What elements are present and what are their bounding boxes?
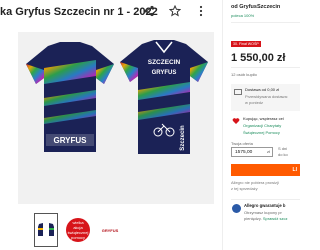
no-commission-text: Allegro nie pobiera prowizji	[231, 180, 279, 185]
jersey-front-brand-text: SZCZECIN	[148, 59, 181, 66]
shipping-box[interactable]: Dostawa od 0,00 zł Przewidywana dostawa:…	[231, 84, 300, 111]
thumbnail-logo-text: GRYFUS	[101, 227, 119, 233]
thumbnail-badge-text: wielka akcja świątecznej pomocy	[67, 220, 89, 240]
protection-text-2: pieniędzy. Sprawdź szcz	[244, 216, 288, 221]
shipping-cost: Dostawa od 0,00 zł	[245, 87, 280, 92]
product-title: ka Gryfus Szczecin nr 1 - 2022	[0, 6, 158, 18]
seller-rating: poleca 100%	[231, 13, 255, 18]
heart-icon	[232, 118, 240, 124]
shipping-eta-value: w poniedz	[245, 100, 264, 105]
thumbnail-jersey[interactable]	[34, 213, 58, 247]
no-commission-text-2: z tej sprzedaży	[231, 186, 258, 191]
protection-text: Otrzymasz kupony pr	[244, 210, 282, 215]
jersey-front-team-text: GRYFUS	[152, 70, 177, 76]
product-gallery: ka Gryfus Szczecin nr 1 - 2022 GRYFUS SZ…	[0, 0, 222, 250]
shipping-eta-label: Przewidywana dostawa:	[245, 94, 288, 99]
protection-title: Allegro gwarantuje b	[244, 203, 286, 208]
seller-name[interactable]: od GryfusSzczecin	[231, 4, 280, 10]
thumbnail-wosp-badge[interactable]: wielka akcja świątecznej pomocy	[66, 218, 90, 242]
divider	[231, 22, 300, 23]
charity-text: Kupując, wspierasz cel	[243, 116, 284, 121]
divider	[231, 67, 300, 68]
more-icon[interactable]	[194, 4, 208, 18]
main-image[interactable]: GRYFUS SZCZECIN GRYFUS Szczecin	[18, 32, 214, 204]
thumbnail-gryfus-logo[interactable]: GRYFUS	[98, 218, 122, 242]
protection-text-2-label: pieniędzy.	[244, 216, 262, 221]
price: 1 550,00 zł	[231, 52, 286, 64]
bid-time-left: S dni	[278, 146, 288, 151]
jersey-front-side-text: Szczecin	[180, 125, 186, 151]
charity-badge: 30. Finał WOŚP	[231, 41, 261, 47]
charity-org-link[interactable]: Organizacji Charytaty	[243, 123, 281, 128]
share-icon[interactable]	[142, 4, 156, 18]
offer-panel: od GryfusSzczecin poleca 100% 30. Finał …	[222, 0, 300, 250]
thumbnail-strip: wielka akcja świątecznej pomocy GRYFUS	[34, 213, 122, 247]
protection-link[interactable]: Sprawdź szcz	[263, 216, 288, 221]
shield-icon	[232, 204, 241, 213]
star-icon[interactable]	[168, 4, 182, 18]
jersey-front-image: SZCZECIN GRYFUS Szczecin	[120, 40, 208, 154]
bid-currency: zł	[267, 149, 270, 154]
divider	[231, 199, 300, 200]
product-actions	[142, 4, 208, 18]
charity-org-link-2[interactable]: Świątecznej Pomocy	[243, 130, 280, 135]
sold-count: 12 osób kupiło	[231, 72, 257, 77]
bid-time-left-2: do ko	[278, 152, 288, 157]
jersey-back-team-text: GRYFUS	[53, 136, 87, 145]
truck-icon	[234, 89, 242, 95]
bid-label: Twoja oferta	[231, 141, 253, 146]
jersey-back-image: GRYFUS	[26, 42, 114, 152]
bid-button[interactable]: LI	[231, 164, 300, 176]
